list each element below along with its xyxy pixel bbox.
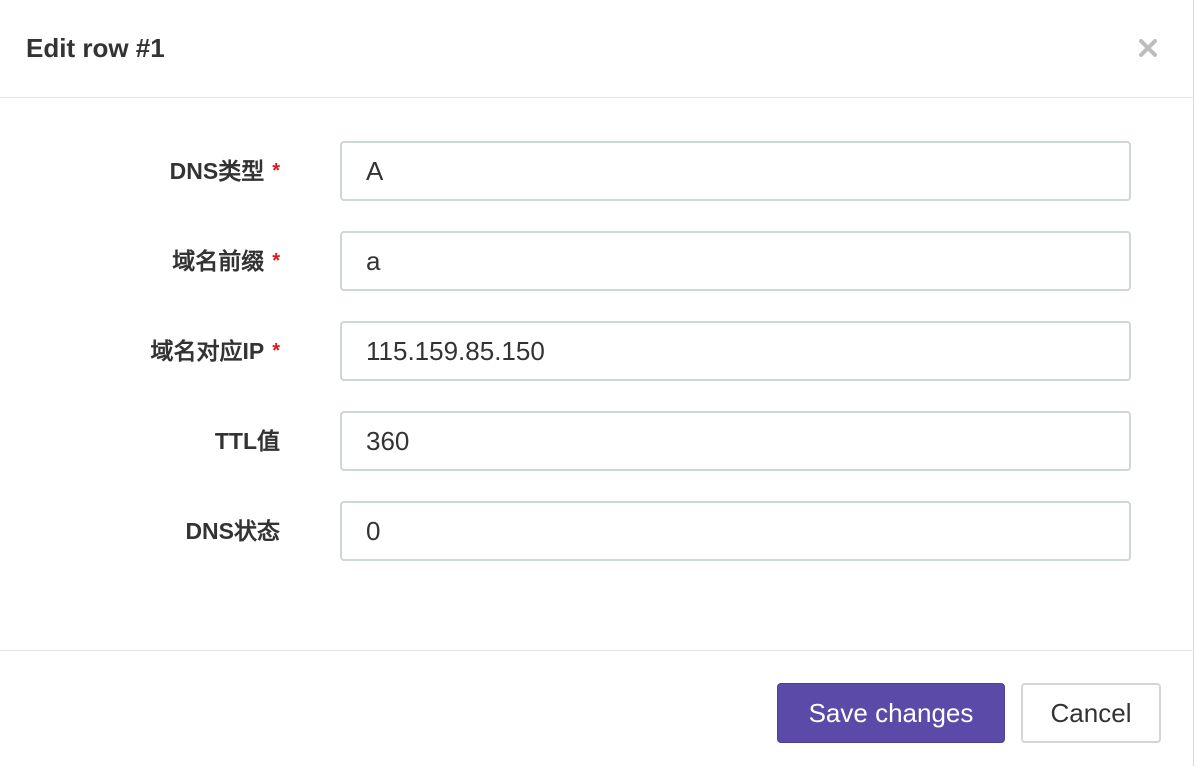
dns-status-label: DNS状态 [185,501,280,561]
domain-prefix-label: 域名前缀 * [172,231,280,291]
edit-row-modal: Edit row #1 DNS类型 * 域名前缀 * 域名对应IP * TTL值 DN… [0,0,1194,766]
form-row-dns-status: DNS状态 [0,501,1194,561]
dns-status-input[interactable] [340,501,1131,561]
domain-prefix-input[interactable] [340,231,1131,291]
form-row-dns-type: DNS类型 * [0,141,1194,201]
ttl-input[interactable] [340,411,1131,471]
close-button[interactable] [1130,30,1166,66]
modal-body: DNS类型 * 域名前缀 * 域名对应IP * TTL值 DNS状态 [0,98,1194,650]
domain-ip-label-text: 域名对应IP [150,338,265,364]
close-icon [1139,39,1157,57]
modal-header: Edit row #1 [0,0,1194,98]
modal-title: Edit row #1 [26,33,165,63]
dns-type-input[interactable] [340,141,1131,201]
form-row-ttl: TTL值 [0,411,1194,471]
domain-ip-label: 域名对应IP * [150,321,280,381]
dns-type-label-text: DNS类型 [169,158,265,184]
ttl-label-text: TTL值 [214,428,280,454]
dns-status-label-text: DNS状态 [185,518,280,544]
save-changes-button[interactable]: Save changes [777,683,1005,743]
modal-footer: Save changes Cancel [0,650,1194,766]
ttl-label: TTL值 [215,411,280,471]
required-mark: * [272,160,280,182]
required-mark: * [272,340,280,362]
required-mark: * [272,250,280,272]
form-row-domain-prefix: 域名前缀 * [0,231,1194,291]
domain-prefix-label-text: 域名前缀 [172,248,265,274]
cancel-button[interactable]: Cancel [1021,683,1161,743]
dns-type-label: DNS类型 * [170,141,280,201]
domain-ip-input[interactable] [340,321,1131,381]
form-row-domain-ip: 域名对应IP * [0,321,1194,381]
